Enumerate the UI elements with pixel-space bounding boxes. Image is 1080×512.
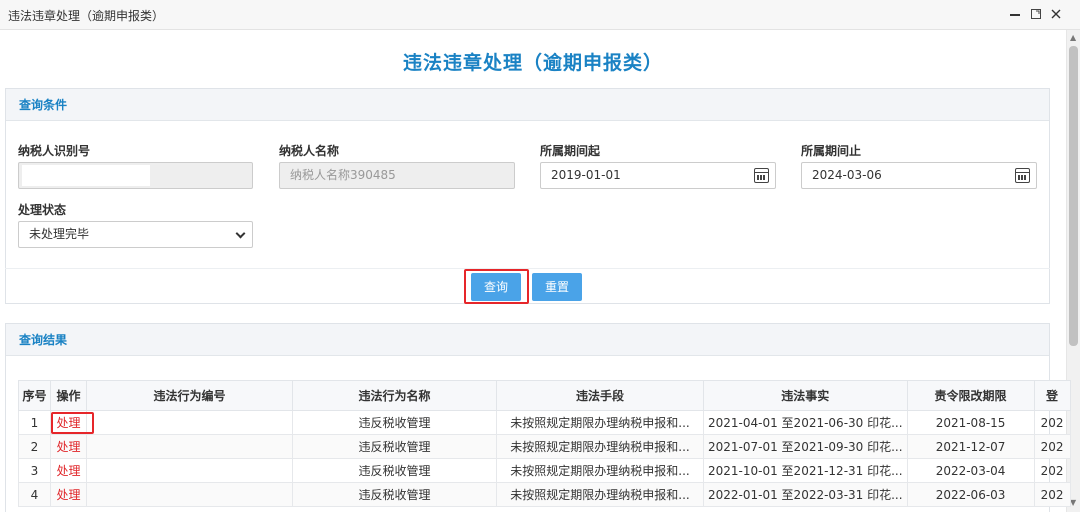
violation-name: 违反税收管理 — [292, 434, 497, 459]
table-row[interactable]: 2 处理 违反税收管理 未按照规定期限办理纳税申报和... 2021-07-01… — [18, 434, 1071, 459]
violation-name: 违反税收管理 — [292, 482, 497, 507]
taxpayer-name-value: 纳税人名称390485 — [290, 168, 396, 182]
chevron-down-icon — [235, 228, 246, 239]
violation-code — [86, 458, 293, 483]
close-icon[interactable] — [1046, 4, 1066, 24]
page-title: 违法违章处理（逾期申报类） — [402, 52, 663, 74]
period-end-label: 所属期间止 — [801, 144, 862, 158]
violation-name: 违反税收管理 — [292, 410, 497, 435]
status-select[interactable]: 未处理完毕 — [18, 221, 253, 248]
result-table: 序号 操作 违法行为编号 违法行为名称 违法手段 违法事实 责令限改期限 登 1… — [18, 380, 1071, 507]
period-end-value: 2024-03-06 — [812, 168, 882, 182]
query-button-highlight — [464, 269, 529, 304]
scroll-up-icon[interactable]: ▲ — [1070, 33, 1076, 42]
violation-code — [86, 410, 293, 435]
correction-deadline: 2022-06-03 — [906, 482, 1035, 507]
register-cell: 202 — [1033, 410, 1071, 435]
column-header[interactable]: 违法事实 — [703, 380, 908, 411]
table-row[interactable]: 1 处理 违反税收管理 未按照规定期限办理纳税申报和... 2021-04-01… — [18, 410, 1071, 435]
column-header[interactable]: 序号 — [18, 380, 51, 411]
table-header-row: 序号 操作 违法行为编号 违法行为名称 违法手段 违法事实 责令限改期限 登 — [18, 380, 1071, 411]
register-cell: 202 — [1033, 482, 1071, 507]
taxpayer-id-label: 纳税人识别号 — [18, 144, 91, 158]
taxpayer-name-label: 纳税人名称 — [279, 144, 340, 158]
row-index: 1 — [18, 410, 51, 435]
window-titlebar: 违法违章处理（逾期申报类） — [0, 0, 1080, 30]
column-header[interactable]: 登 — [1033, 380, 1071, 411]
period-start-field[interactable]: 2019-01-01 — [540, 162, 776, 189]
period-start-label: 所属期间起 — [540, 144, 601, 158]
violation-code — [86, 482, 293, 507]
correction-deadline: 2022-03-04 — [906, 458, 1035, 483]
violation-fact: 2021-10-01 至2021-12-31 印花... — [703, 458, 908, 483]
calendar-icon[interactable] — [1015, 168, 1030, 183]
column-header[interactable]: 违法行为名称 — [292, 380, 497, 411]
violation-name: 违反税收管理 — [292, 458, 497, 483]
process-link-highlight — [51, 412, 94, 434]
window-title: 违法违章处理（逾期申报类） — [8, 9, 165, 23]
period-end-field[interactable]: 2024-03-06 — [801, 162, 1037, 189]
column-header[interactable]: 违法行为编号 — [86, 380, 293, 411]
violation-means: 未按照规定期限办理纳税申报和... — [496, 410, 704, 435]
scrollbar-thumb[interactable] — [1069, 46, 1078, 346]
violation-means: 未按照规定期限办理纳税申报和... — [496, 482, 704, 507]
table-row[interactable]: 4 处理 违反税收管理 未按照规定期限办理纳税申报和... 2022-01-01… — [18, 482, 1071, 507]
scroll-down-icon[interactable]: ▼ — [1070, 498, 1076, 507]
calendar-icon[interactable] — [754, 168, 769, 183]
redacted-block — [22, 165, 150, 186]
column-header[interactable]: 违法手段 — [496, 380, 704, 411]
violation-means: 未按照规定期限办理纳税申报和... — [496, 458, 704, 483]
register-cell: 202 — [1033, 434, 1071, 459]
maximize-icon[interactable] — [1026, 4, 1046, 24]
correction-deadline: 2021-08-15 — [906, 410, 1035, 435]
violation-means: 未按照规定期限办理纳税申报和... — [496, 434, 704, 459]
violation-fact: 2021-07-01 至2021-09-30 印花... — [703, 434, 908, 459]
violation-fact: 2022-01-01 至2022-03-31 印花... — [703, 482, 908, 507]
column-header[interactable]: 操作 — [50, 380, 87, 411]
status-select-value: 未处理完毕 — [29, 227, 90, 241]
result-panel-header: 查询结果 — [6, 324, 1049, 356]
row-index: 3 — [18, 458, 51, 483]
correction-deadline: 2021-12-07 — [906, 434, 1035, 459]
table-row[interactable]: 3 处理 违反税收管理 未按照规定期限办理纳税申报和... 2021-10-01… — [18, 458, 1071, 483]
column-header[interactable]: 责令限改期限 — [906, 380, 1035, 411]
row-index: 2 — [18, 434, 51, 459]
period-start-value: 2019-01-01 — [551, 168, 621, 182]
row-index: 4 — [18, 482, 51, 507]
process-link[interactable]: 处理 — [50, 458, 87, 483]
reset-button[interactable]: 重置 — [532, 273, 582, 301]
register-cell: 202 — [1033, 458, 1071, 483]
violation-code — [86, 434, 293, 459]
taxpayer-name-field: 纳税人名称390485 — [279, 162, 515, 189]
query-panel-header: 查询条件 — [6, 89, 1049, 121]
minimize-icon[interactable] — [1005, 4, 1025, 24]
status-label: 处理状态 — [18, 203, 67, 217]
violation-fact: 2021-04-01 至2021-06-30 印花... — [703, 410, 908, 435]
process-link[interactable]: 处理 — [50, 482, 87, 507]
process-link[interactable]: 处理 — [50, 434, 87, 459]
